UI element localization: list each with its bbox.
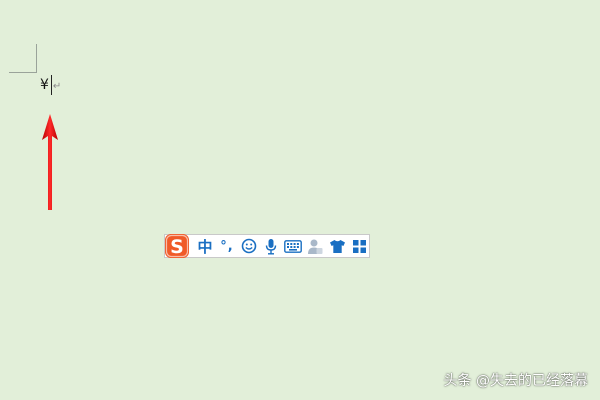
margin-corner-horizontal (9, 72, 37, 73)
text-cursor (50, 75, 52, 95)
paragraph-mark: ↵ (52, 80, 62, 92)
document-text-line[interactable]: ¥ ↵ (40, 74, 61, 96)
toolbox-grid-icon[interactable] (349, 235, 369, 257)
logo-letter: S (170, 236, 184, 258)
margin-corner-vertical (36, 44, 37, 73)
margin-corner-mark (9, 44, 37, 73)
input-mode-toggle[interactable]: 中 (195, 235, 215, 257)
skin-shirt-icon[interactable] (327, 235, 347, 257)
ime-toolbar[interactable]: S 中 °, (164, 234, 370, 258)
watermark-text: 头条 @失去的已经落幕 (443, 373, 588, 389)
emoji-icon[interactable] (239, 235, 259, 257)
punctuation-mode-toggle[interactable]: °, (217, 235, 237, 257)
document-page[interactable]: ¥ ↵ S 中 °, 头条 @失去的已经落幕 (0, 0, 600, 400)
microphone-icon[interactable] (261, 235, 281, 257)
keyboard-icon[interactable] (283, 235, 303, 257)
yen-symbol-text: ¥ (40, 77, 49, 93)
red-arrow-annotation (42, 114, 58, 210)
user-icon[interactable] (305, 235, 325, 257)
sogou-logo-icon[interactable]: S (163, 232, 191, 260)
arrow-shape (42, 114, 58, 210)
